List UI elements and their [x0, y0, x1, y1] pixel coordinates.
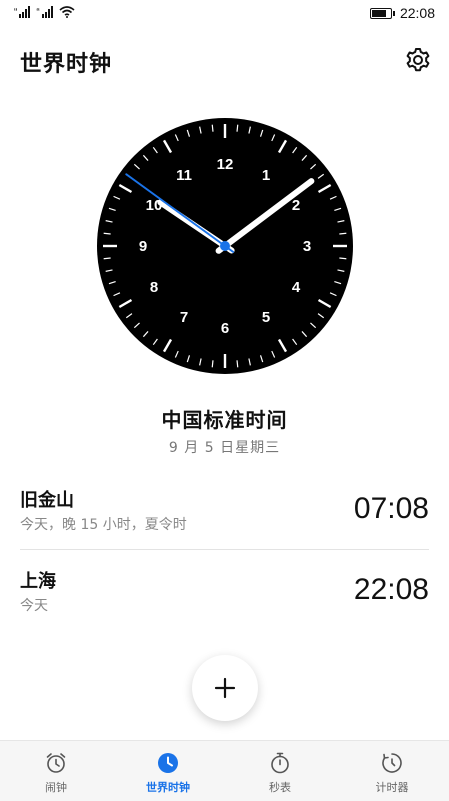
signal-marker-2: “ [36, 7, 40, 18]
clock-numeral: 9 [139, 238, 147, 255]
bottom-navigation: 闹钟 世界时钟 秒表 计时器 [0, 740, 449, 801]
alarm-clock-icon [46, 753, 66, 773]
clock-center-cap [220, 241, 230, 251]
city-row-san-francisco[interactable]: 旧金山 今天，晚 15 小时，夏令时 07:08 [20, 478, 429, 556]
clock-numeral: 4 [292, 279, 301, 296]
clock-minute-tick [339, 232, 347, 235]
analog-clock: 12 1 2 3 4 5 6 7 8 9 10 11 [95, 110, 355, 382]
status-time: 22:08 [399, 5, 435, 21]
clock-minute-tick [103, 232, 111, 235]
status-icons-right: 22:08 [369, 5, 435, 21]
gear-icon [406, 48, 430, 72]
tab-world-clock[interactable]: 世界时钟 [112, 741, 224, 801]
city-row-shanghai[interactable]: 上海 今天 22:08 [20, 559, 429, 637]
clock-minute-tick [339, 257, 347, 260]
world-clock-icon [158, 753, 178, 773]
analog-clock-face: 121234567891011 [97, 118, 353, 374]
status-icons-left: “ “ [14, 6, 75, 18]
clock-minute-tick [236, 124, 239, 132]
divider [20, 549, 429, 550]
city-time-difference: 今天，晚 15 小时，夏令时 [20, 517, 187, 533]
status-bar: “ “ 22:08 [0, 0, 449, 30]
clock-numeral: 7 [180, 309, 188, 326]
wifi-icon [59, 6, 75, 18]
timer-icon [382, 753, 402, 773]
clock-numeral: 11 [176, 167, 192, 184]
clock-numeral: 1 [262, 167, 270, 184]
tab-stopwatch[interactable]: 秒表 [224, 741, 336, 801]
clock-numeral: 2 [292, 197, 300, 214]
clock-numeral: 8 [150, 279, 158, 296]
city-time: 22:08 [353, 573, 429, 606]
tab-world-clock-label: 世界时钟 [146, 781, 190, 794]
clock-numeral: 5 [262, 309, 270, 326]
local-date: 9 月 5 日星期三 [168, 440, 281, 456]
tab-alarm-label: 闹钟 [45, 781, 67, 794]
clock-minute-tick [211, 360, 214, 368]
add-city-button[interactable] [192, 655, 258, 721]
signal-strength-icon-2: “ [36, 6, 53, 18]
plus-icon [214, 677, 236, 699]
tab-timer-label: 计时器 [375, 781, 409, 794]
settings-button[interactable] [404, 46, 432, 74]
clock-numeral: 6 [221, 320, 229, 337]
tab-alarm[interactable]: 闹钟 [0, 741, 112, 801]
stopwatch-icon [271, 752, 289, 774]
city-name: 旧金山 [20, 490, 74, 511]
page-title: 世界时钟 [20, 52, 113, 77]
battery-icon [369, 7, 395, 19]
tab-stopwatch-label: 秒表 [269, 781, 291, 794]
clock-minute-tick [211, 124, 214, 132]
tab-timer[interactable]: 计时器 [336, 741, 448, 801]
city-time-difference: 今天 [20, 598, 48, 614]
clock-minute-tick [236, 360, 239, 368]
city-name: 上海 [20, 571, 56, 592]
signal-strength-icon: “ [14, 6, 31, 18]
clock-numeral: 3 [303, 238, 311, 255]
city-time: 07:08 [353, 492, 429, 525]
clock-numeral: 12 [217, 156, 234, 173]
signal-marker: “ [14, 7, 18, 18]
clock-minute-tick [103, 257, 111, 260]
local-timezone-name: 中国标准时间 [161, 408, 288, 432]
